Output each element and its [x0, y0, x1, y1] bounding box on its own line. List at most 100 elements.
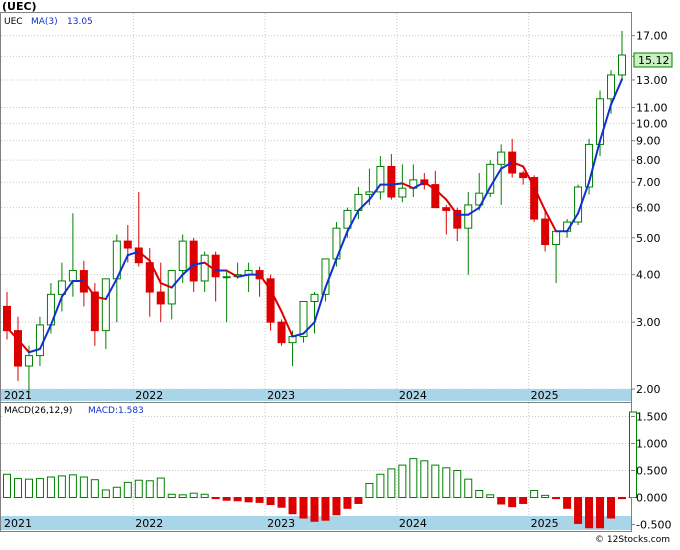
candle-body: [541, 218, 550, 246]
price-tick-label: 10.00: [636, 117, 668, 130]
macd-legend-value: MACD:1.583: [88, 406, 144, 416]
year-label: 2025: [531, 389, 559, 402]
stock-chart: 17.0015.0013.0011.0010.009.008.007.006.0…: [0, 0, 680, 546]
macd-bar: [618, 497, 626, 500]
candle-body: [464, 204, 473, 229]
macd-bar: [156, 477, 165, 499]
year-label: 2023: [267, 389, 295, 402]
macd-bar: [266, 497, 275, 506]
price-tick-label: 5.00: [636, 232, 661, 245]
macd-bar: [343, 497, 352, 509]
macd-bar: [3, 473, 11, 499]
candle-body: [101, 278, 110, 332]
candle-body: [156, 291, 165, 305]
macd-bar: [431, 464, 440, 499]
year-label: 2021: [4, 389, 32, 402]
ma-segment: [390, 182, 404, 186]
legend-ma-value: 13.05: [67, 17, 93, 27]
macd-bar: [13, 478, 22, 499]
price-tick-label: 8.00: [636, 154, 661, 167]
macd-bar: [442, 467, 451, 499]
candle-body: [68, 270, 77, 282]
macd-bar: [332, 497, 341, 516]
macd-bar: [541, 494, 550, 499]
macd-bar: [409, 458, 418, 499]
macd-bar: [519, 497, 528, 504]
macd-bar: [79, 476, 88, 499]
macd-bar: [288, 497, 297, 515]
candle-body: [134, 247, 143, 264]
macd-bar: [90, 479, 99, 499]
macd-bar: [167, 493, 176, 499]
macd-bar: [574, 497, 583, 524]
year-label: 2021: [4, 517, 32, 530]
macd-bar: [486, 494, 495, 499]
macd-bar: [46, 476, 55, 499]
macd-bar: [596, 497, 605, 529]
candle-body: [24, 355, 33, 367]
candle-body: [35, 324, 44, 357]
price-tick-label: 13.00: [636, 74, 668, 87]
macd-bar: [178, 494, 187, 499]
year-label: 2023: [267, 517, 295, 530]
price-tick-label: 11.00: [636, 102, 668, 115]
watermark: © 12Stocks.com: [595, 535, 670, 545]
y-axis-ticks: 17.0015.0013.0011.0010.009.008.007.006.0…: [631, 30, 671, 532]
candle-body: [442, 207, 451, 211]
macd-bar: [398, 464, 407, 499]
macd-bar: [387, 468, 396, 499]
legend-ma-label: MA(3): [31, 17, 58, 27]
macd-bar: [607, 497, 616, 519]
macd-bar: [112, 486, 121, 499]
macd-bar: [57, 475, 66, 499]
candle-body: [398, 187, 407, 198]
last-price-label: 15.12: [638, 54, 670, 67]
price-tick-label: 17.00: [636, 30, 668, 43]
ticker-title: (UEC): [2, 0, 37, 13]
macd-bar: [508, 497, 517, 508]
macd-bar: [420, 460, 429, 499]
candle-body: [310, 293, 319, 302]
macd-bar: [453, 470, 462, 499]
price-tick-label: 2.00: [636, 383, 661, 396]
macd-bar: [563, 497, 572, 509]
macd-bar: [376, 473, 385, 499]
price-tick-label: 7.00: [636, 176, 661, 189]
candle-body: [222, 276, 231, 279]
macd-bar: [464, 478, 473, 499]
candle-body: [618, 54, 626, 76]
macd-tick-label: -0.500: [636, 519, 671, 532]
macd-bar: [299, 497, 308, 519]
macd-bar: [321, 497, 330, 521]
macd-bar: [585, 497, 594, 529]
candle-body: [552, 230, 561, 246]
candle-body: [123, 240, 132, 249]
macd-bar: [552, 497, 561, 500]
macd-bar: [277, 497, 286, 508]
candle-body: [277, 321, 286, 344]
macd-bar: [24, 478, 33, 499]
macd-bar: [211, 497, 220, 500]
price-tick-label: 4.00: [636, 269, 661, 282]
year-label: 2022: [135, 517, 163, 530]
macd-bar: [628, 411, 637, 499]
price-tick-label: 3.00: [636, 316, 661, 329]
macd-bar: [365, 482, 374, 499]
macd-bar: [255, 497, 264, 503]
candle-body: [387, 165, 396, 198]
year-label: 2022: [135, 389, 163, 402]
macd-bar: [244, 497, 253, 503]
macd-bar: [145, 480, 154, 499]
candle-body: [200, 254, 209, 282]
macd-bar: [475, 489, 484, 499]
year-label: 2025: [531, 517, 559, 530]
price-tick-label: 6.00: [636, 202, 661, 215]
candle-body: [189, 240, 198, 282]
macd-tick-label: 0.000: [636, 492, 668, 505]
macd-bar: [310, 497, 319, 522]
macd-bar: [222, 497, 231, 501]
candle-body: [178, 240, 187, 272]
candle-body: [365, 191, 374, 195]
macd-bar: [200, 493, 209, 499]
macd-legend-label: MACD(26,12,9): [4, 406, 72, 416]
